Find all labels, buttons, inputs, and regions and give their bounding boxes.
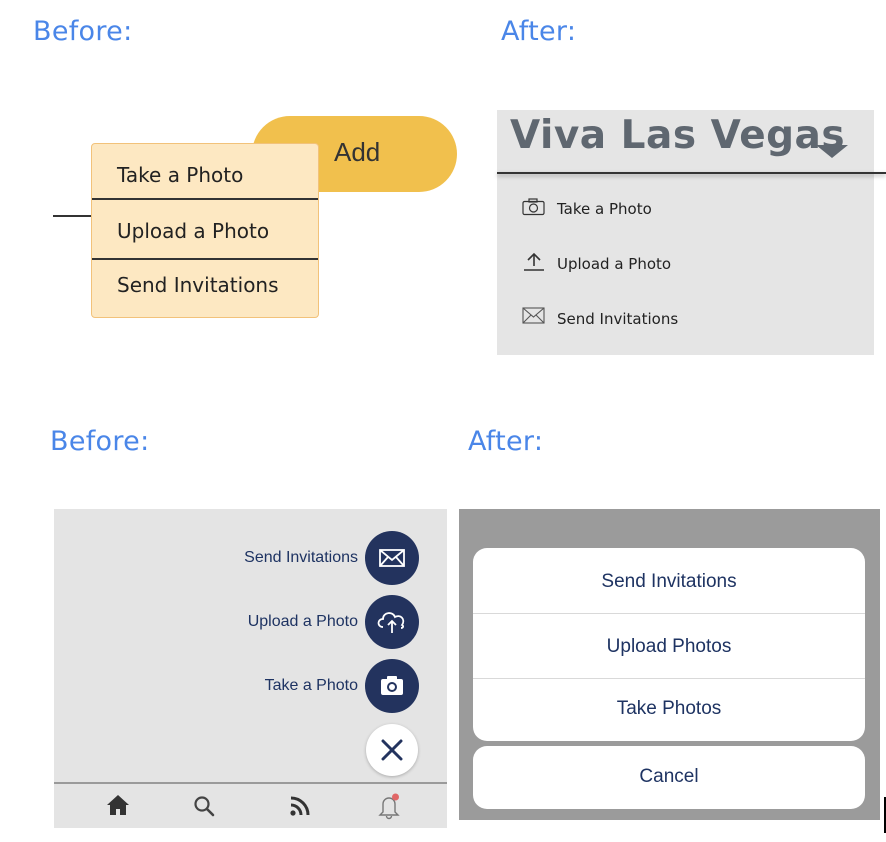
menu-divider (92, 198, 318, 200)
envelope-icon (379, 549, 405, 567)
menu-item-take-photo[interactable]: Take a Photo (557, 200, 652, 218)
menu-item-upload-photo[interactable]: Upload a Photo (557, 255, 671, 273)
fab-label-upload-photo[interactable]: Upload a Photo (158, 613, 358, 631)
sheet-divider (473, 613, 865, 614)
option-take-photos[interactable]: Take Photos (473, 698, 865, 720)
heading-before-top: Before: (33, 16, 133, 47)
close-icon (381, 739, 403, 761)
title-underline (497, 172, 886, 174)
menu-item-take-photo[interactable]: Take a Photo (92, 163, 318, 187)
search-icon[interactable] (192, 794, 216, 818)
take-photo-button[interactable] (365, 659, 419, 713)
heading-after-bottom: After: (468, 426, 544, 457)
option-send-invitations[interactable]: Send Invitations (473, 571, 865, 593)
sheet-divider (473, 678, 865, 679)
action-sheet: Send Invitations Upload Photos Take Phot… (473, 548, 865, 741)
menu-item-send-invitations[interactable]: Send Invitations (92, 273, 318, 297)
menu-item-send-invitations[interactable]: Send Invitations (557, 310, 678, 328)
rss-feed-icon[interactable] (288, 794, 312, 818)
menu-divider (92, 258, 318, 260)
heading-before-bottom: Before: (50, 426, 150, 457)
home-icon[interactable] (105, 793, 131, 817)
camera-icon (522, 198, 545, 216)
upload-photo-button[interactable] (365, 595, 419, 649)
option-upload-photos[interactable]: Upload Photos (473, 636, 865, 658)
caret-down-icon[interactable] (816, 145, 848, 158)
camera-icon (381, 676, 403, 695)
fab-label-take-photo[interactable]: Take a Photo (158, 677, 358, 695)
event-title[interactable]: Viva Las Vegas (510, 113, 845, 158)
cloud-upload-icon (377, 612, 405, 633)
cancel-button-label: Cancel (639, 766, 699, 787)
cancel-button[interactable]: Cancel (473, 746, 865, 809)
connector-line (53, 215, 95, 217)
notification-dot (392, 793, 399, 801)
menu-item-upload-photo[interactable]: Upload a Photo (92, 219, 318, 243)
fab-label-send-invitations[interactable]: Send Invitations (158, 549, 358, 567)
heading-after-top: After: (501, 16, 577, 47)
tab-bar-divider (54, 782, 447, 784)
upload-icon (524, 252, 544, 271)
notification-bell-icon[interactable] (376, 792, 402, 820)
envelope-icon (522, 307, 545, 324)
add-dropdown-menu: Take a Photo Upload a Photo Send Invitat… (91, 143, 319, 318)
send-invitations-button[interactable] (365, 531, 419, 585)
close-fab-button[interactable] (366, 724, 418, 776)
add-button-label: Add (334, 137, 381, 167)
